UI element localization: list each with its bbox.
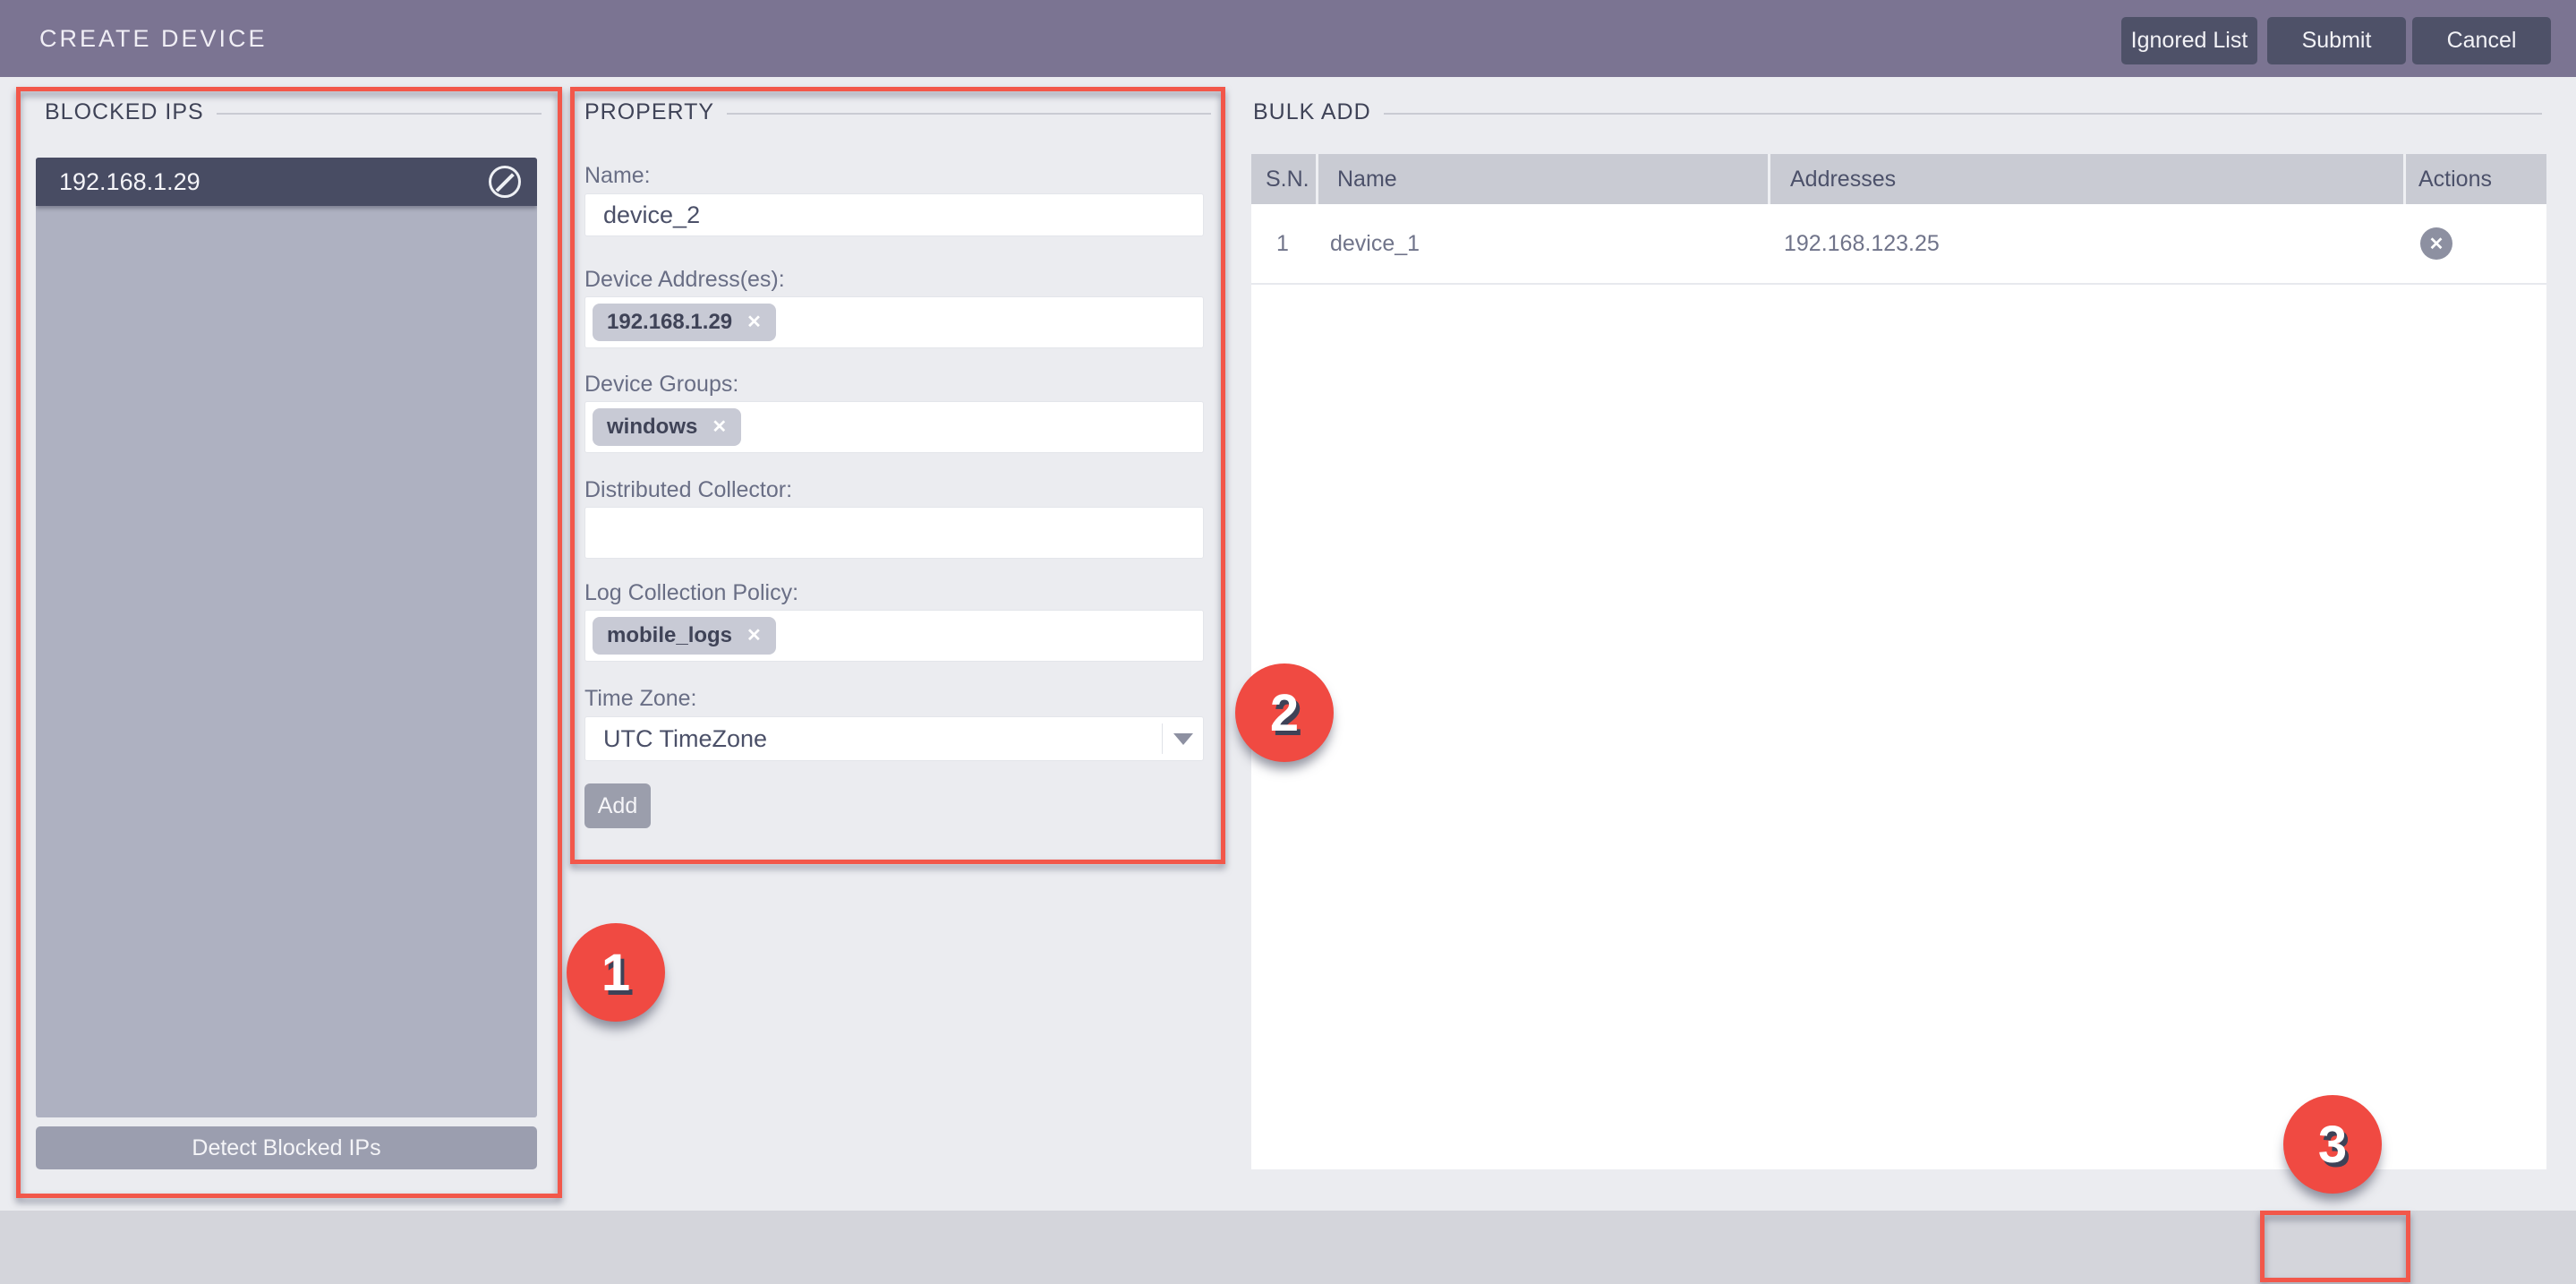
dialog-title: CREATE DEVICE — [39, 25, 268, 53]
bulk-add-title-text: BULK ADD — [1253, 99, 1371, 125]
annotation-badge-1: 1 — [567, 923, 665, 1022]
blocked-ip-value: 192.168.1.29 — [59, 168, 200, 196]
time-zone-select[interactable]: UTC TimeZone — [584, 716, 1204, 761]
log-policy-tag: mobile_logs ✕ — [593, 617, 776, 655]
create-device-dialog: CREATE DEVICE ? ✕ BLOCKED IPS 192.168.1.… — [0, 0, 2576, 1284]
name-label: Name: — [584, 163, 651, 189]
blocked-icon — [489, 166, 521, 198]
distributed-collector-label: Distributed Collector: — [584, 477, 792, 503]
blocked-ips-title-text: BLOCKED IPS — [45, 99, 204, 125]
section-title-rule — [727, 113, 1211, 115]
bulk-add-section-title: BULK ADD — [1253, 98, 2542, 125]
remove-tag-icon[interactable]: ✕ — [712, 418, 727, 436]
table-row: 1 device_1 192.168.123.25 ✕ — [1251, 204, 2546, 285]
remove-tag-icon[interactable]: ✕ — [746, 313, 762, 331]
submit-button[interactable]: Submit — [2267, 17, 2406, 64]
time-zone-selected-value: UTC TimeZone — [585, 725, 1162, 753]
log-collection-policy-input[interactable]: mobile_logs ✕ — [584, 610, 1204, 662]
log-collection-policy-label: Log Collection Policy: — [584, 580, 798, 606]
add-button[interactable]: Add — [584, 783, 651, 828]
time-zone-label: Time Zone: — [584, 686, 697, 712]
device-groups-label: Device Groups: — [584, 372, 738, 398]
property-section-title: PROPERTY — [584, 98, 1211, 125]
log-policy-tag-text: mobile_logs — [607, 623, 732, 648]
header-sn: S.N. — [1251, 154, 1318, 204]
ignored-list-button[interactable]: Ignored List — [2121, 17, 2257, 64]
select-caret-zone — [1162, 723, 1203, 754]
detect-blocked-ips-button[interactable]: Detect Blocked IPs — [36, 1126, 537, 1169]
cell-addresses: 192.168.123.25 — [1770, 204, 2406, 283]
cell-name: device_1 — [1318, 204, 1770, 283]
dialog-footer — [0, 1211, 2576, 1284]
device-group-tag: windows ✕ — [593, 408, 741, 446]
cell-actions: ✕ — [2406, 204, 2546, 283]
remove-tag-icon[interactable]: ✕ — [746, 627, 762, 645]
header-actions: Actions — [2406, 154, 2546, 204]
delete-row-icon[interactable]: ✕ — [2420, 227, 2452, 260]
bulk-add-table-header: S.N. Name Addresses Actions — [1251, 154, 2546, 204]
name-input[interactable] — [584, 193, 1204, 236]
chevron-down-icon — [1173, 733, 1193, 745]
device-group-tag-text: windows — [607, 415, 697, 440]
blocked-ip-list-item[interactable]: 192.168.1.29 — [36, 158, 537, 206]
device-address-tag: 192.168.1.29 ✕ — [593, 304, 776, 341]
header-name: Name — [1318, 154, 1770, 204]
blocked-ips-section-title: BLOCKED IPS — [45, 98, 542, 125]
device-groups-input[interactable]: windows ✕ — [584, 401, 1204, 453]
section-title-rule — [1384, 113, 2542, 115]
device-addresses-label: Device Address(es): — [584, 267, 785, 293]
device-address-tag-text: 192.168.1.29 — [607, 310, 732, 335]
header-addresses: Addresses — [1770, 154, 2406, 204]
device-addresses-input[interactable]: 192.168.1.29 ✕ — [584, 296, 1204, 348]
section-title-rule — [217, 113, 542, 115]
bulk-add-table-body: 1 device_1 192.168.123.25 ✕ — [1251, 204, 2546, 1169]
cell-sn: 1 — [1251, 204, 1318, 283]
property-title-text: PROPERTY — [584, 99, 714, 125]
blocked-ips-list: 192.168.1.29 — [36, 158, 537, 1117]
distributed-collector-input[interactable] — [584, 507, 1204, 559]
cancel-button[interactable]: Cancel — [2412, 17, 2551, 64]
